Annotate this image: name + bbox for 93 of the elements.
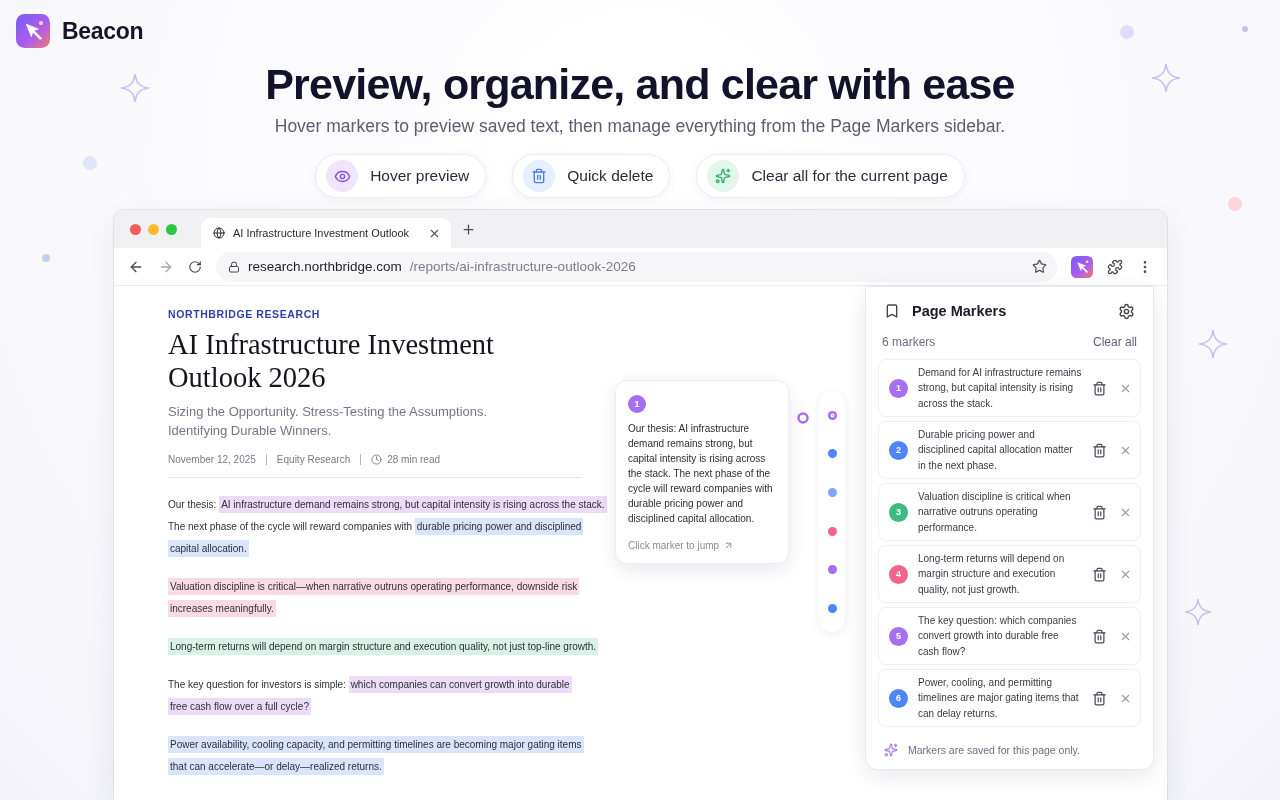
- highlighted-text[interactable]: increases meaningfully.: [168, 600, 276, 617]
- marker-dot[interactable]: [827, 526, 837, 536]
- article-kicker: NORTHBRIDGE RESEARCH: [168, 308, 321, 320]
- sparkle-icon: [121, 74, 149, 102]
- highlighted-text[interactable]: durable pricing power and disciplined: [414, 518, 584, 535]
- feature-label: Hover preview: [370, 167, 470, 185]
- paragraph-text: Our thesis:: [168, 499, 218, 510]
- marker-card[interactable]: 5 The key question: which companies convert growth into durable free cash flow?: [878, 607, 1141, 665]
- delete-button[interactable]: [1092, 566, 1107, 582]
- preview-text: Our thesis: AI infrastructure demand remains strong, but capital intensity is rising across the stack. The next phase of the cycle will reward companies with durable pricing power and disciplined capital allocation.: [628, 422, 774, 526]
- dot-icon: [42, 254, 50, 262]
- marker-number: 6: [889, 688, 908, 708]
- marker-card[interactable]: 1 Demand for AI infrastructure remains strong, but capital intensity is rising across the stack.: [878, 359, 1141, 417]
- feature-label: Quick delete: [567, 167, 654, 185]
- marker-card[interactable]: 2 Durable pricing power and disciplined capital allocation matter in the next phase.: [878, 421, 1141, 479]
- paragraph-text: The next phase of the cycle will reward companies with: [168, 521, 413, 532]
- article-meta: Equity Research: [276, 454, 351, 465]
- eye-icon: [326, 160, 359, 192]
- sparkle-icon: [707, 160, 740, 192]
- article-subtitle: Sizing the Opportunity. Stress-Testing the Assumptions. Identifying Durable Winners.: [168, 403, 489, 440]
- trash-icon: [523, 160, 556, 192]
- settings-icon[interactable]: [1118, 302, 1135, 320]
- marker-number: 1: [628, 395, 646, 413]
- sidebar-note: Markers are saved for this page only.: [908, 744, 1080, 756]
- marker-text: The key question: which companies convert growth into durable free cash flow?: [918, 613, 1078, 659]
- clock-icon: [371, 454, 383, 465]
- article-meta: 28 min read: [387, 454, 441, 465]
- dot-icon: [83, 156, 97, 170]
- delete-button[interactable]: [1092, 380, 1107, 396]
- highlighted-text[interactable]: free cash flow over a full cycle?: [168, 698, 311, 715]
- highlighted-text[interactable]: AI infrastructure demand remains strong, but capital intensity is rising across the stack.: [219, 496, 607, 513]
- marker-dot[interactable]: [827, 449, 837, 459]
- marker-dot[interactable]: [827, 604, 837, 614]
- highlighted-text[interactable]: Long-term returns will depend on margin structure and execution quality, not just top-line growth.: [168, 638, 599, 655]
- new-tab-icon[interactable]: [461, 221, 476, 237]
- hero-title: Preview, organize, and clear with ease: [265, 59, 1015, 110]
- sidebar-title: Page Markers: [912, 303, 1008, 319]
- sparkle-icon: [1199, 330, 1227, 358]
- marker-number: 4: [889, 564, 908, 584]
- marker-text: Valuation discipline is critical when narrative outruns operating performance.: [918, 489, 1072, 535]
- marker-number: 3: [889, 502, 908, 522]
- marker-dot[interactable]: [827, 410, 837, 420]
- marker-count: 6 markers: [882, 335, 936, 349]
- logo-icon: [16, 14, 50, 48]
- article-meta: November 12, 2025: [168, 454, 256, 465]
- feature-label: Clear all for the current page: [751, 167, 948, 185]
- highlighted-text[interactable]: which companies can convert growth into durable: [348, 676, 572, 693]
- sparkle-icon: [1185, 599, 1211, 625]
- star-icon[interactable]: [1032, 259, 1047, 274]
- highlighted-text[interactable]: Valuation discipline is critical—when narrative outruns operating performance, downside risk: [168, 578, 580, 595]
- marker-text: Durable pricing power and disciplined capital allocation matter in the next phase.: [918, 427, 1074, 473]
- clear-all-link[interactable]: Clear all: [1093, 335, 1137, 349]
- dot-icon: [1228, 197, 1242, 211]
- marker-dot[interactable]: [827, 565, 837, 575]
- marker-text: Power, cooling, and permitting timelines are major gating items that can delay returns.: [918, 675, 1080, 721]
- url-domain: research.northbridge.com: [248, 259, 402, 274]
- highlighted-text[interactable]: capital allocation.: [168, 540, 249, 557]
- brand-name: Beacon: [62, 17, 144, 45]
- marker-text: Demand for AI infrastructure remains strong, but capital intensity is rising across the stack.: [918, 365, 1082, 411]
- reload-icon[interactable]: [188, 259, 202, 274]
- globe-icon: [213, 227, 225, 239]
- highlighted-text[interactable]: that can accelerate—or delay—realized returns.: [168, 758, 384, 775]
- marker-number: 2: [889, 440, 908, 460]
- highlighted-text[interactable]: Power availability, cooling capacity, and permitting timelines are becoming major gating items: [168, 736, 584, 753]
- paragraph-text: The key question for investors is simple:: [168, 679, 347, 690]
- delete-button[interactable]: [1092, 504, 1107, 520]
- extension-icon[interactable]: [1071, 255, 1093, 278]
- sparkle-icon: [1152, 64, 1180, 92]
- jump-hint: Click marker to jump: [628, 540, 720, 551]
- bookmark-icon: [884, 303, 900, 319]
- hero-subtitle: Hover markers to preview saved text, then manage everything from the Page Markers sidebar.: [273, 115, 1007, 138]
- marker-card[interactable]: 3 Valuation discipline is critical when narrative outruns operating performance.: [878, 483, 1141, 541]
- marker-number: 1: [889, 378, 908, 398]
- delete-button[interactable]: [1092, 628, 1107, 644]
- article-title: AI Infrastructure Investment Outlook 2026: [168, 328, 496, 394]
- marker-card[interactable]: 6 Power, cooling, and permitting timelines are major gating items that can delay returns.: [878, 669, 1141, 727]
- close-window-icon[interactable]: [130, 223, 141, 235]
- address-bar[interactable]: research.northbridge.com /reports/ai-infrastructure-outlook-2026: [216, 251, 1057, 282]
- delete-button[interactable]: [1092, 690, 1107, 706]
- sparkle-icon: [884, 743, 898, 757]
- dot-icon: [1120, 25, 1134, 39]
- marker-number: 5: [889, 626, 908, 646]
- marker-card[interactable]: 4 Long-term returns will depend on margin structure and execution quality, not just growth.: [878, 545, 1141, 603]
- browser-tab[interactable]: AI Infrastructure Investment Outlook: [201, 218, 451, 248]
- dot-icon: [1242, 26, 1248, 32]
- marker-text: Long-term returns will depend on margin structure and execution quality, not just growth.: [918, 551, 1066, 597]
- url-path: /reports/ai-infrastructure-outlook-2026: [409, 259, 637, 274]
- puzzle-icon[interactable]: [1107, 258, 1123, 275]
- marker-pin-icon: [797, 412, 809, 424]
- lock-icon: [228, 260, 240, 273]
- marker-dot[interactable]: [827, 488, 837, 498]
- maximize-window-icon[interactable]: [166, 223, 177, 235]
- delete-button[interactable]: [1092, 442, 1107, 458]
